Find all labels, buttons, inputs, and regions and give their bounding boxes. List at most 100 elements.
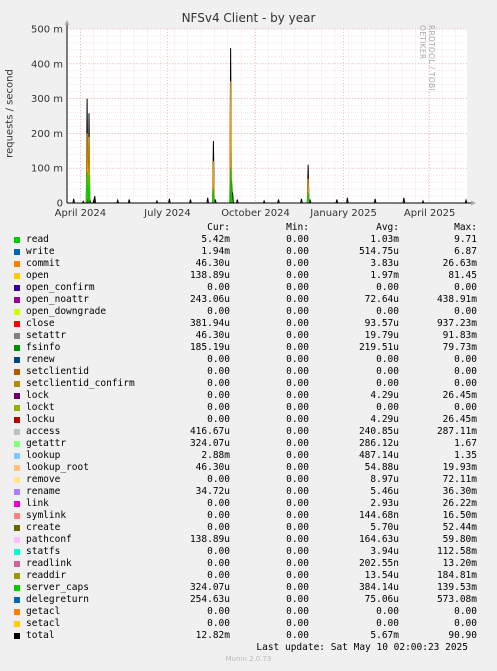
legend-value-min: 0.00 [286,234,309,245]
legend-swatch [14,597,20,603]
legend-value-cur: 0.00 [207,378,230,389]
legend-series-name: setattr [26,330,67,341]
legend-series-name: commit [26,258,61,269]
last-update: Last update: Sat May 10 02:00:23 2025 [256,642,468,653]
legend-value-cur: 46.30u [195,258,230,269]
plot-background [67,29,467,203]
legend-value-cur: 185.19u [189,342,230,353]
legend-value-cur: 243.06u [189,294,230,305]
legend-value-max: 0.00 [454,354,477,365]
legend-value-min: 0.00 [286,462,309,473]
legend-value-min: 0.00 [286,510,309,521]
legend-swatch [14,573,20,579]
legend-row-symlink: symlink 0.00 0.00 144.68n 16.50m [0,510,497,522]
legend-value-cur: 0.00 [207,282,230,293]
legend-series-name: create [26,522,61,533]
legend-value-min: 0.00 [286,582,309,593]
legend-swatch [14,429,20,435]
legend-series-name: close [26,318,55,329]
legend-swatch [14,273,20,279]
y-tick-label: 400 m [31,59,63,70]
legend-swatch [14,513,20,519]
legend-swatch [14,441,20,447]
legend-row-commit: commit 46.30u 0.00 3.83u 26.63m [0,258,497,270]
legend-value-cur: 416.67u [189,426,230,437]
legend-value-max: 26.45m [442,414,477,425]
legend-row-locku: locku 0.00 0.00 4.29u 26.45m [0,414,497,426]
legend-value-max: 6.87 [454,246,477,257]
legend-value-cur: 381.94u [189,318,230,329]
legend-value-max: 13.20m [442,558,477,569]
munin-version: Munin 2.0.73 [225,655,272,663]
legend-value-avg: 75.06u [364,594,399,605]
legend-value-max: 937.23m [436,318,477,329]
legend-value-max: 72.11m [442,474,477,485]
legend-series-name: open_noattr [26,294,89,305]
legend-value-cur: 0.00 [207,366,230,377]
legend-value-avg: 93.57u [364,318,399,329]
y-tick-label: 500 m [31,25,63,36]
legend-value-min: 0.00 [286,630,309,641]
legend-value-avg: 240.85u [358,426,399,437]
legend-series-name: symlink [26,510,67,521]
legend-value-avg: 487.14u [358,450,399,461]
legend-value-cur: 254.63u [189,594,230,605]
legend-value-avg: 4.29u [370,414,399,425]
legend-row-open-downgrade: open_downgrade 0.00 0.00 0.00 0.00 [0,306,497,318]
legend-value-max: 26.45m [442,390,477,401]
y-tick-label: 100 m [31,164,63,175]
legend-value-max: 79.73m [442,342,477,353]
legend-row-rename: rename 34.72u 0.00 5.46u 36.30m [0,486,497,498]
legend-row-link: link 0.00 0.00 2.93u 26.22m [0,498,497,510]
legend-value-min: 0.00 [286,294,309,305]
legend-value-avg: 2.93u [370,498,399,509]
legend-value-avg: 0.00 [376,378,399,389]
legend-swatch [14,609,20,615]
legend-value-max: 26.63m [442,258,477,269]
legend-series-name: setclientid [26,366,89,377]
legend-value-cur: 0.00 [207,306,230,317]
legend-swatch [14,633,20,639]
legend-swatch [14,369,20,375]
legend-row-close: close 381.94u 0.00 93.57u 937.23m [0,318,497,330]
legend-value-avg: 19.79u [364,330,399,341]
legend-value-min: 0.00 [286,282,309,293]
legend-row-setattr: setattr 46.30u 0.00 19.79u 91.83m [0,330,497,342]
legend-value-cur: 12.82m [195,630,230,641]
legend-value-cur: 324.07u [189,438,230,449]
legend-value-cur: 2.88m [201,450,230,461]
legend-value-max: 112.58m [436,546,477,557]
legend-value-max: 0.00 [454,606,477,617]
legend-series-name: locku [26,414,55,425]
legend-value-max: 16.50m [442,510,477,521]
legend-value-avg: 4.29u [370,390,399,401]
legend-row-write: write 1.94m 0.00 514.75u 6.87 [0,246,497,258]
legend-value-avg: 3.94u [370,546,399,557]
legend-value-cur: 46.30u [195,330,230,341]
y-axis-label: requests / second [4,69,16,158]
legend-value-cur: 0.00 [207,558,230,569]
chart-title: NFSv4 Client - by year [181,11,316,25]
legend-series-name: setclientid_confirm [26,378,135,389]
legend-value-avg: 219.51u [358,342,399,353]
legend-value-cur: 0.00 [207,390,230,401]
legend-row-pathconf: pathconf 138.89u 0.00 164.63u 59.80m [0,534,497,546]
legend-value-min: 0.00 [286,558,309,569]
legend-row-setacl: setacl 0.00 0.00 0.00 0.00 [0,618,497,630]
legend-value-cur: 0.00 [207,570,230,581]
legend-value-max: 0.00 [454,402,477,413]
x-tick-label: July 2024 [143,208,191,219]
legend-row-lookup-root: lookup_root 46.30u 0.00 54.88u 19.93m [0,462,497,474]
legend-swatch [14,237,20,243]
legend-value-min: 0.00 [286,618,309,629]
legend-series-name: pathconf [26,534,72,545]
legend-value-min: 0.00 [286,378,309,389]
legend-row-readdir: readdir 0.00 0.00 13.54u 184.81m [0,570,497,582]
legend-value-max: 26.22m [442,498,477,509]
legend-value-max: 59.80m [442,534,477,545]
legend-series-name: open [26,270,49,281]
legend-swatch [14,621,20,627]
legend-series-name: remove [26,474,61,485]
legend-swatch [14,357,20,363]
legend-series-name: fsinfo [26,342,61,353]
